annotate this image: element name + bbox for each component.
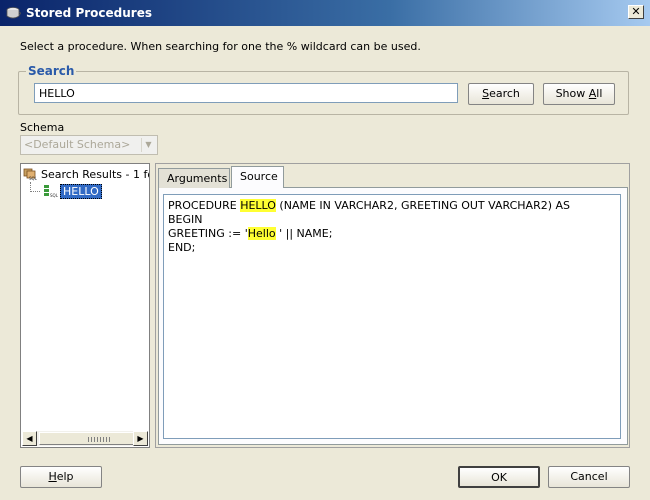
svg-text:SQL: SQL bbox=[50, 193, 59, 198]
scroll-right-icon[interactable]: ▶ bbox=[133, 431, 148, 446]
tree-connector bbox=[30, 182, 40, 192]
scrollbar-thumb[interactable] bbox=[39, 432, 139, 445]
schema-selected-value: <Default Schema> bbox=[24, 138, 131, 151]
search-input[interactable] bbox=[34, 83, 458, 103]
window-title: Stored Procedures bbox=[26, 6, 152, 20]
search-legend: Search bbox=[26, 64, 77, 78]
search-button[interactable]: Search bbox=[468, 83, 534, 105]
ok-button[interactable]: OK bbox=[458, 466, 540, 488]
tree-item-hello[interactable]: SQL HELLO bbox=[43, 183, 102, 199]
tab-source[interactable]: Source bbox=[231, 166, 284, 188]
search-highlight: Hello bbox=[247, 227, 276, 240]
close-icon: ✕ bbox=[631, 5, 641, 18]
instructions-text: Select a procedure. When searching for o… bbox=[20, 40, 421, 53]
schema-label: Schema bbox=[20, 121, 65, 134]
help-button[interactable]: Help bbox=[20, 466, 102, 488]
source-code[interactable]: PROCEDURE HELLO (NAME IN VARCHAR2, GREET… bbox=[163, 194, 621, 439]
package-icon: SQL bbox=[23, 168, 38, 181]
tree-root-node[interactable]: SQL Search Results - 1 found bbox=[23, 167, 149, 181]
database-cup-icon bbox=[6, 7, 21, 19]
results-tree[interactable]: SQL Search Results - 1 found SQL HELLO ◀… bbox=[20, 163, 150, 448]
search-highlight: HELLO bbox=[240, 199, 276, 212]
window-titlebar: Stored Procedures ✕ bbox=[0, 0, 650, 26]
show-all-button[interactable]: Show All bbox=[543, 83, 615, 105]
close-button[interactable]: ✕ bbox=[628, 5, 644, 19]
chevron-down-icon: ▼ bbox=[141, 138, 155, 152]
tree-root-label: Search Results - 1 found bbox=[41, 167, 149, 181]
schema-select: <Default Schema> ▼ bbox=[20, 135, 158, 155]
svg-text:SQL: SQL bbox=[29, 176, 38, 181]
grip-icon bbox=[88, 437, 110, 442]
tree-item-label: HELLO bbox=[60, 183, 102, 199]
procedure-icon: SQL bbox=[44, 185, 59, 198]
tab-arguments[interactable]: Arguments bbox=[158, 168, 230, 188]
cancel-button[interactable]: Cancel bbox=[548, 466, 630, 488]
scroll-left-icon[interactable]: ◀ bbox=[22, 431, 37, 446]
horizontal-scrollbar[interactable]: ◀ ▶ bbox=[22, 431, 148, 446]
